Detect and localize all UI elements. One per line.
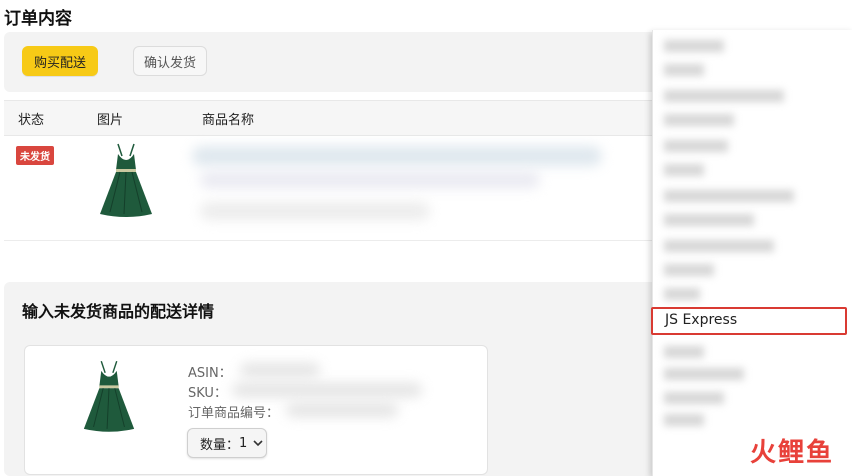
shipping-details-title: 输入未发货商品的配送详情 — [22, 302, 215, 321]
page-title: 订单内容 — [4, 9, 72, 29]
sku-label: SKU： — [188, 386, 227, 401]
dropdown-option[interactable] — [664, 64, 704, 76]
dropdown-option[interactable] — [664, 190, 794, 202]
watermark-char: 鱼 — [805, 438, 832, 468]
dropdown-option[interactable] — [664, 264, 714, 276]
confirm-shipment-button[interactable]: 确认发货 — [133, 46, 207, 76]
quantity-label: 数量： — [200, 437, 240, 453]
toolbar — [4, 32, 704, 92]
dropdown-option[interactable] — [664, 40, 724, 52]
column-header-status: 状态 — [18, 113, 45, 128]
dropdown-option[interactable] — [664, 240, 774, 252]
quantity-value: 1 — [239, 435, 248, 451]
dropdown-option[interactable] — [664, 114, 734, 126]
blurred-asin — [240, 363, 320, 377]
blurred-product-detail — [200, 172, 540, 188]
dropdown-option[interactable] — [664, 346, 704, 358]
blurred-product-name — [192, 146, 602, 166]
dress-image — [100, 143, 152, 217]
order-item-label: 订单商品编号： — [188, 406, 280, 421]
asin-label: ASIN： — [188, 366, 232, 381]
watermark-char: 鲤 — [777, 438, 804, 468]
dropdown-option[interactable] — [664, 214, 754, 226]
blurred-product-sku — [200, 202, 430, 220]
carrier-option-js-express[interactable]: JS Express — [665, 312, 737, 328]
dropdown-option[interactable] — [664, 140, 728, 152]
buy-shipping-button[interactable]: 购买配送 — [22, 46, 98, 76]
dropdown-option[interactable] — [664, 368, 744, 380]
status-badge: 未发货 — [16, 146, 54, 165]
column-header-image: 图片 — [97, 113, 124, 128]
column-header-product-name: 商品名称 — [202, 113, 255, 128]
dropdown-option[interactable] — [664, 164, 704, 176]
quantity-select[interactable]: 数量： 1 — [187, 428, 267, 458]
dropdown-option[interactable] — [664, 414, 704, 426]
watermark: 火 鲤 鱼 — [750, 432, 832, 469]
chevron-down-icon — [253, 440, 263, 447]
dropdown-option[interactable] — [664, 392, 724, 404]
blurred-sku — [232, 383, 422, 397]
blurred-order-item-id — [286, 403, 398, 417]
watermark-char: 火 — [749, 438, 776, 468]
dropdown-option[interactable] — [664, 288, 700, 300]
row-divider — [4, 240, 704, 241]
dropdown-option[interactable] — [664, 90, 784, 102]
dress-image — [83, 360, 135, 432]
